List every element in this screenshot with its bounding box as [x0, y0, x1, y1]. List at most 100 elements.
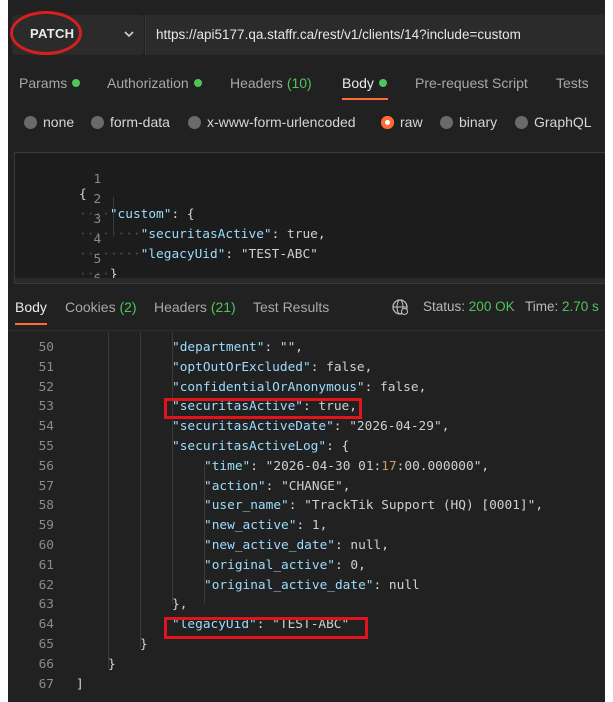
- active-tab-underline: [15, 323, 47, 325]
- radio-x-www-form-urlencoded[interactable]: x-www-form-urlencoded: [188, 114, 356, 130]
- tab-label: Body: [15, 299, 47, 315]
- code-line: 62 "original_active_date": null: [8, 578, 605, 598]
- code-line: 6 }: [15, 257, 605, 283]
- status-dot-icon: [72, 79, 81, 87]
- tab-label: Tests: [556, 75, 589, 91]
- tab-count: (21): [210, 299, 236, 315]
- line-number: 52: [38, 379, 54, 395]
- radio-label: raw: [400, 114, 423, 130]
- url-bar: PATCH https://api5177.qa.staffr.ca/rest/…: [8, 0, 605, 66]
- postman-request-panel: PATCH https://api5177.qa.staffr.ca/rest/…: [8, 0, 605, 702]
- radio-label: form-data: [110, 114, 170, 130]
- radio-raw[interactable]: raw: [381, 114, 423, 130]
- code-json: "confidentialOrAnonymous": false,: [172, 379, 427, 395]
- response-header: Body Cookies (2) Headers (21) Test Resul…: [8, 290, 605, 331]
- tab-headers[interactable]: Headers (10): [230, 75, 312, 91]
- code-line: 5 ····}: [15, 237, 605, 282]
- tab-body[interactable]: Body: [342, 75, 387, 91]
- request-tabs: Params Authorization Headers (10) Body P…: [8, 66, 605, 102]
- line-number: 50: [38, 340, 54, 355]
- line-number: 65: [38, 637, 54, 652]
- status-readout[interactable]: Status: 200 OK: [423, 299, 515, 314]
- code-json: },: [172, 597, 188, 613]
- line-number: 63: [38, 597, 54, 613]
- horizontal-scrollbar[interactable]: [15, 278, 605, 283]
- code-line: 60 "new_active_date": null,: [8, 538, 605, 558]
- radio-none[interactable]: none: [24, 114, 74, 130]
- code-line: 61 "original_active": 0,: [8, 558, 605, 578]
- line-number: 62: [38, 577, 54, 593]
- code-line: 1 {: [15, 157, 605, 202]
- indent-guide: [113, 197, 114, 237]
- radio-circle-icon: [24, 116, 37, 129]
- status-dot-icon: [378, 79, 387, 87]
- response-tab-body[interactable]: Body: [15, 299, 47, 315]
- code-json: "user_name": "TrackTik Support (HQ) [000…: [204, 498, 544, 514]
- tab-tests[interactable]: Tests: [556, 75, 589, 91]
- line-number: 66: [38, 656, 54, 672]
- tab-count: (10): [286, 75, 312, 91]
- body-type-radios: none form-data x-www-form-urlencoded raw…: [8, 104, 605, 140]
- code-json: "action": "CHANGE",: [204, 478, 351, 494]
- code-line: 63},: [8, 597, 605, 617]
- code-line: 50 "department": "",: [8, 340, 605, 360]
- code-line: 67]: [8, 677, 605, 697]
- tab-params[interactable]: Params: [19, 75, 81, 91]
- line-number: 55: [38, 439, 54, 454]
- time-value: 2.70 s: [562, 299, 599, 314]
- response-tab-test-results[interactable]: Test Results: [253, 299, 329, 315]
- line-number: 54: [38, 419, 54, 435]
- radio-label: x-www-form-urlencoded: [207, 114, 356, 130]
- tab-label: Authorization: [107, 75, 189, 91]
- response-tab-cookies[interactable]: Cookies (2): [65, 299, 137, 315]
- response-body-editor[interactable]: 50 "department": "", 51 "optOutOrExcluded":…: [8, 332, 605, 702]
- code-json: "securitasActiveDate": "2026-04-29",: [172, 419, 450, 435]
- line-number: 61: [38, 557, 54, 573]
- line-number: 60: [38, 538, 54, 553]
- code-json: "new_active": 1,: [204, 518, 328, 534]
- status-value: 200 OK: [468, 299, 515, 314]
- tab-label: Headers: [230, 75, 287, 91]
- radio-label: GraphQL: [534, 114, 592, 130]
- tab-label: Test Results: [253, 299, 330, 315]
- radio-binary[interactable]: binary: [440, 114, 497, 130]
- status-dot-icon: [193, 79, 202, 87]
- radio-graphql[interactable]: GraphQL: [515, 114, 592, 130]
- url-input[interactable]: https://api5177.qa.staffr.ca/rest/v1/cli…: [145, 15, 605, 55]
- code-json: "original_active_date": null: [204, 577, 420, 593]
- code-line: 2 ····"custom": {: [15, 177, 605, 222]
- code-line: 56 "time": "2026-04-30 01:17:00.000000",: [8, 459, 605, 479]
- response-tab-headers[interactable]: Headers (21): [154, 299, 236, 315]
- tab-authorization[interactable]: Authorization: [107, 75, 202, 91]
- code-json: "new_active_date": null,: [204, 538, 389, 553]
- line-number: 53: [38, 399, 54, 415]
- line-number: 67: [38, 676, 54, 692]
- request-body-editor[interactable]: 1 { 2 ····"custom": { 3 ········"securit…: [14, 152, 605, 284]
- radio-selected-icon: [381, 116, 394, 129]
- line-number: 59: [38, 518, 54, 534]
- highlight-box-securitas-active: [164, 398, 362, 419]
- code-line: 54 "securitasActiveDate": "2026-04-29",: [8, 419, 605, 439]
- tab-label: Headers: [154, 299, 211, 315]
- code-line: 52 "confidentialOrAnonymous": false,: [8, 380, 605, 400]
- chevron-down-icon: [124, 31, 134, 38]
- radio-form-data[interactable]: form-data: [91, 114, 170, 130]
- line-number: 56: [38, 458, 54, 474]
- radio-label: binary: [459, 114, 498, 130]
- code-line: 58 "user_name": "TrackTik Support (HQ) [0…: [8, 498, 605, 518]
- code-line: 65}: [8, 637, 605, 657]
- code-json: "time": "2026-04-30 01:17:00.000000",: [204, 458, 490, 474]
- radio-circle-icon: [515, 116, 528, 129]
- tab-label: Pre-request Script: [415, 75, 528, 91]
- code-json: "department": "",: [172, 340, 304, 355]
- code-json: ]: [76, 676, 84, 692]
- code-line: 59 "new_active": 1,: [8, 518, 605, 538]
- globe-icon[interactable]: [391, 298, 409, 316]
- tab-count: (2): [119, 299, 137, 315]
- code-line: 51 "optOutOrExcluded": false,: [8, 360, 605, 380]
- tab-label: Params: [19, 75, 68, 91]
- line-number: 58: [38, 498, 54, 514]
- time-readout[interactable]: Time: 2.70 s: [525, 299, 599, 314]
- tab-pre-request-script[interactable]: Pre-request Script: [415, 75, 528, 91]
- code-json: }: [140, 637, 148, 652]
